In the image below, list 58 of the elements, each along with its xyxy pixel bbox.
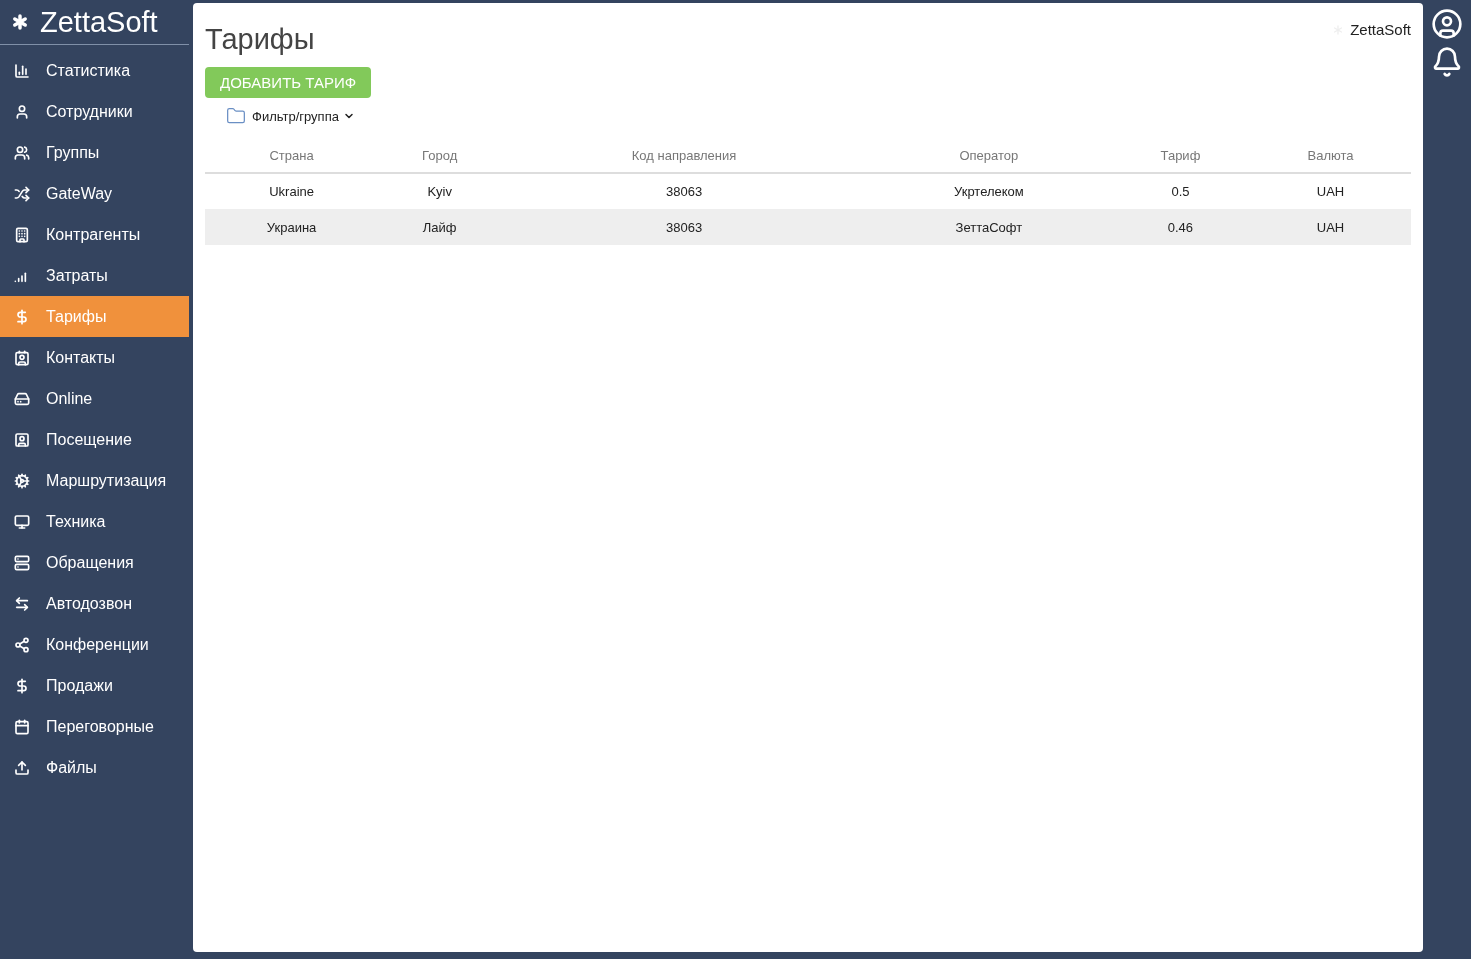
sidebar-item[interactable]: Посещение (0, 419, 189, 460)
sidebar-item[interactable]: Контакты (0, 337, 189, 378)
sidebar-item[interactable]: Сотрудники (0, 91, 189, 132)
user-square-icon (14, 431, 30, 448)
table-cell: UAH (1250, 209, 1411, 246)
column-header: Тариф (1110, 138, 1251, 174)
arrows-icon (14, 595, 30, 612)
upload-icon (14, 759, 30, 776)
share-icon (14, 636, 30, 653)
sidebar-item[interactable]: Продажи (0, 665, 189, 706)
calendar-icon (14, 718, 30, 735)
dollar-icon (14, 308, 30, 325)
sidebar-item[interactable]: Обращения (0, 542, 189, 583)
monitor-icon (14, 513, 30, 530)
sidebar-item[interactable]: GateWay (0, 173, 189, 214)
table-cell: 38063 (501, 209, 867, 246)
sidebar-item[interactable]: Маршрутизация (0, 460, 189, 501)
table-cell: 38063 (501, 173, 867, 210)
column-header: Город (378, 138, 502, 174)
bell-icon[interactable] (1431, 46, 1463, 78)
column-header: Валюта (1250, 138, 1411, 174)
table-cell: ЗеттаСофт (866, 209, 1111, 246)
table-cell: Kyiv (378, 173, 502, 210)
sidebar-item[interactable]: Техника (0, 501, 189, 542)
bar-chart-icon (14, 62, 30, 79)
server-icon (14, 554, 30, 571)
brand-label: ZettaSoft (1350, 20, 1411, 40)
sidebar-item[interactable]: Автодозвон (0, 583, 189, 624)
table-cell: Ukraine (205, 173, 379, 210)
sidebar-item[interactable]: Группы (0, 132, 189, 173)
contact-card-icon (14, 349, 30, 366)
page-title: Тарифы (205, 22, 315, 57)
column-header: Оператор (866, 138, 1111, 174)
table-cell: UAH (1250, 173, 1411, 210)
gears-icon (14, 472, 30, 489)
table-cell: Укртелеком (866, 173, 1111, 210)
table-cell: 0.46 (1110, 209, 1251, 246)
sidebar-item[interactable]: Статистика (0, 50, 189, 91)
sidebar-item[interactable]: Файлы (0, 747, 189, 788)
user-avatar-icon[interactable] (1431, 8, 1463, 40)
column-header: Страна (205, 138, 379, 174)
table-cell: Украина (205, 209, 379, 246)
user-icon (14, 103, 30, 120)
logo-text: ZettaSoft (40, 7, 158, 37)
drive-icon (14, 390, 30, 407)
users-icon (14, 144, 30, 161)
shuffle-icon (14, 185, 30, 202)
sidebar-item[interactable]: Затраты (0, 255, 189, 296)
filter-dropdown[interactable]: Фильтр/группа (224, 106, 355, 127)
column-header: Код направления (501, 138, 867, 174)
building-icon (14, 226, 30, 243)
sidebar-item[interactable]: Online (0, 378, 189, 419)
sidebar-item[interactable]: Переговорные (0, 706, 189, 747)
table-cell: Лайф (378, 209, 502, 246)
table-cell: 0.5 (1110, 173, 1251, 210)
dollar-icon (14, 677, 30, 694)
sidebar-item[interactable]: Конференции (0, 624, 189, 665)
sidebar-item[interactable]: Контрагенты (0, 214, 189, 255)
